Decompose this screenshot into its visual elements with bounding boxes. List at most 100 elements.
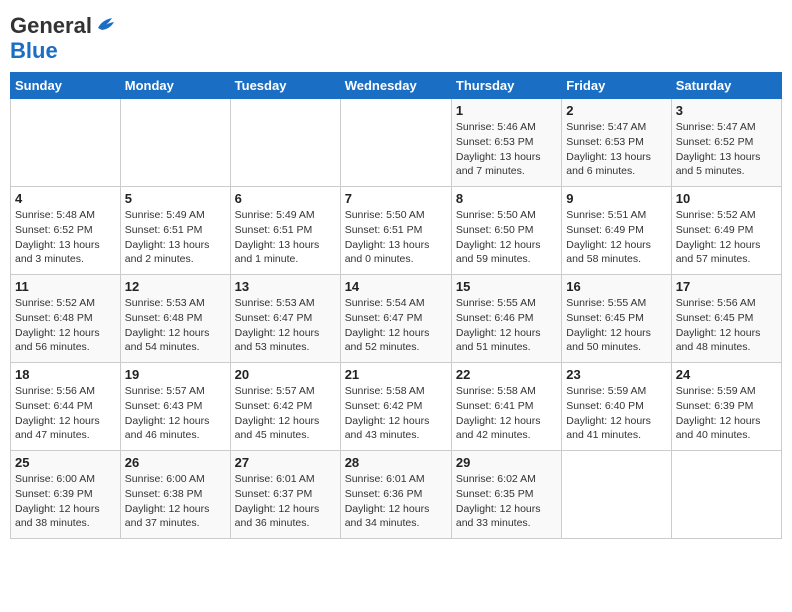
- logo-blue: Blue: [10, 38, 58, 64]
- day-number: 12: [125, 279, 226, 294]
- day-info: Sunrise: 6:00 AM Sunset: 6:38 PM Dayligh…: [125, 472, 226, 531]
- day-number: 3: [676, 103, 777, 118]
- day-number: 8: [456, 191, 557, 206]
- calendar-cell: 13 Sunrise: 5:53 AM Sunset: 6:47 PM Dayli…: [230, 275, 340, 363]
- day-number: 20: [235, 367, 336, 382]
- calendar-cell: [120, 99, 230, 187]
- calendar-cell: [230, 99, 340, 187]
- day-info: Sunrise: 5:52 AM Sunset: 6:48 PM Dayligh…: [15, 296, 116, 355]
- calendar-cell: 11 Sunrise: 5:52 AM Sunset: 6:48 PM Dayli…: [11, 275, 121, 363]
- calendar-cell: 6 Sunrise: 5:49 AM Sunset: 6:51 PM Daylig…: [230, 187, 340, 275]
- calendar-cell: 17 Sunrise: 5:56 AM Sunset: 6:45 PM Dayli…: [671, 275, 781, 363]
- calendar-cell: 5Sunrise: 5:49 AM Sunset: 6:51 PM Daylig…: [120, 187, 230, 275]
- day-info: Sunrise: 5:57 AM Sunset: 6:43 PM Dayligh…: [125, 384, 226, 443]
- day-info: Sunrise: 5:51 AM Sunset: 6:49 PM Dayligh…: [566, 208, 666, 267]
- day-number: 21: [345, 367, 447, 382]
- day-info: Sunrise: 5:59 AM Sunset: 6:40 PM Dayligh…: [566, 384, 666, 443]
- day-info: Sunrise: 5:56 AM Sunset: 6:45 PM Dayligh…: [676, 296, 777, 355]
- day-info: Sunrise: 6:01 AM Sunset: 6:37 PM Dayligh…: [235, 472, 336, 531]
- day-info: Sunrise: 6:02 AM Sunset: 6:35 PM Dayligh…: [456, 472, 557, 531]
- day-info: Sunrise: 5:56 AM Sunset: 6:44 PM Dayligh…: [15, 384, 116, 443]
- day-number: 17: [676, 279, 777, 294]
- calendar-week-row: 25 Sunrise: 6:00 AM Sunset: 6:39 PM Dayli…: [11, 451, 782, 539]
- day-info: Sunrise: 5:47 AM Sunset: 6:52 PM Dayligh…: [676, 120, 777, 179]
- day-info: Sunrise: 5:50 AM Sunset: 6:50 PM Dayligh…: [456, 208, 557, 267]
- calendar-week-row: 18Sunrise: 5:56 AM Sunset: 6:44 PM Dayli…: [11, 363, 782, 451]
- header-saturday: Saturday: [671, 73, 781, 99]
- logo: General Blue: [10, 10, 116, 64]
- calendar-cell: 14 Sunrise: 5:54 AM Sunset: 6:47 PM Dayli…: [340, 275, 451, 363]
- day-number: 14: [345, 279, 447, 294]
- day-number: 25: [15, 455, 116, 470]
- calendar-cell: 20 Sunrise: 5:57 AM Sunset: 6:42 PM Dayli…: [230, 363, 340, 451]
- calendar-cell: 25 Sunrise: 6:00 AM Sunset: 6:39 PM Dayli…: [11, 451, 121, 539]
- header-wednesday: Wednesday: [340, 73, 451, 99]
- day-info: Sunrise: 5:47 AM Sunset: 6:53 PM Dayligh…: [566, 120, 666, 179]
- calendar-cell: 24 Sunrise: 5:59 AM Sunset: 6:39 PM Dayli…: [671, 363, 781, 451]
- day-number: 22: [456, 367, 557, 382]
- calendar-cell: 19 Sunrise: 5:57 AM Sunset: 6:43 PM Dayli…: [120, 363, 230, 451]
- day-number: 28: [345, 455, 447, 470]
- header-monday: Monday: [120, 73, 230, 99]
- day-info: Sunrise: 5:55 AM Sunset: 6:46 PM Dayligh…: [456, 296, 557, 355]
- logo-bird-icon: [94, 14, 116, 36]
- calendar-cell: [11, 99, 121, 187]
- day-info: Sunrise: 5:52 AM Sunset: 6:49 PM Dayligh…: [676, 208, 777, 267]
- calendar-cell: 16Sunrise: 5:55 AM Sunset: 6:45 PM Dayli…: [562, 275, 671, 363]
- day-info: Sunrise: 5:53 AM Sunset: 6:47 PM Dayligh…: [235, 296, 336, 355]
- header-friday: Friday: [562, 73, 671, 99]
- day-number: 24: [676, 367, 777, 382]
- calendar-cell: 9 Sunrise: 5:51 AM Sunset: 6:49 PM Daylig…: [562, 187, 671, 275]
- day-info: Sunrise: 5:49 AM Sunset: 6:51 PM Dayligh…: [125, 208, 226, 267]
- day-number: 26: [125, 455, 226, 470]
- day-number: 7: [345, 191, 447, 206]
- calendar-cell: 8 Sunrise: 5:50 AM Sunset: 6:50 PM Daylig…: [451, 187, 561, 275]
- calendar-cell: 27Sunrise: 6:01 AM Sunset: 6:37 PM Dayli…: [230, 451, 340, 539]
- page-header: General Blue: [10, 10, 782, 64]
- day-number: 6: [235, 191, 336, 206]
- day-number: 2: [566, 103, 666, 118]
- day-number: 29: [456, 455, 557, 470]
- day-number: 15: [456, 279, 557, 294]
- day-info: Sunrise: 5:49 AM Sunset: 6:51 PM Dayligh…: [235, 208, 336, 267]
- calendar-cell: 4 Sunrise: 5:48 AM Sunset: 6:52 PM Daylig…: [11, 187, 121, 275]
- calendar-cell: [562, 451, 671, 539]
- day-info: Sunrise: 5:54 AM Sunset: 6:47 PM Dayligh…: [345, 296, 447, 355]
- day-info: Sunrise: 5:57 AM Sunset: 6:42 PM Dayligh…: [235, 384, 336, 443]
- day-number: 19: [125, 367, 226, 382]
- calendar-week-row: 1 Sunrise: 5:46 AM Sunset: 6:53 PM Daylig…: [11, 99, 782, 187]
- day-info: Sunrise: 5:59 AM Sunset: 6:39 PM Dayligh…: [676, 384, 777, 443]
- calendar-week-row: 4 Sunrise: 5:48 AM Sunset: 6:52 PM Daylig…: [11, 187, 782, 275]
- calendar-cell: 28 Sunrise: 6:01 AM Sunset: 6:36 PM Dayli…: [340, 451, 451, 539]
- day-number: 1: [456, 103, 557, 118]
- calendar-cell: 26 Sunrise: 6:00 AM Sunset: 6:38 PM Dayli…: [120, 451, 230, 539]
- day-number: 11: [15, 279, 116, 294]
- day-number: 4: [15, 191, 116, 206]
- header-sunday: Sunday: [11, 73, 121, 99]
- calendar-cell: 29 Sunrise: 6:02 AM Sunset: 6:35 PM Dayli…: [451, 451, 561, 539]
- calendar-cell: 22 Sunrise: 5:58 AM Sunset: 6:41 PM Dayli…: [451, 363, 561, 451]
- day-info: Sunrise: 5:58 AM Sunset: 6:41 PM Dayligh…: [456, 384, 557, 443]
- day-info: Sunrise: 5:50 AM Sunset: 6:51 PM Dayligh…: [345, 208, 447, 267]
- day-number: 13: [235, 279, 336, 294]
- day-number: 16: [566, 279, 666, 294]
- header-tuesday: Tuesday: [230, 73, 340, 99]
- calendar-header-row: SundayMondayTuesdayWednesdayThursdayFrid…: [11, 73, 782, 99]
- day-info: Sunrise: 6:01 AM Sunset: 6:36 PM Dayligh…: [345, 472, 447, 531]
- day-info: Sunrise: 5:48 AM Sunset: 6:52 PM Dayligh…: [15, 208, 116, 267]
- calendar-cell: 3 Sunrise: 5:47 AM Sunset: 6:52 PM Daylig…: [671, 99, 781, 187]
- calendar-cell: 7 Sunrise: 5:50 AM Sunset: 6:51 PM Daylig…: [340, 187, 451, 275]
- calendar-cell: 15 Sunrise: 5:55 AM Sunset: 6:46 PM Dayli…: [451, 275, 561, 363]
- day-number: 9: [566, 191, 666, 206]
- calendar-cell: 2 Sunrise: 5:47 AM Sunset: 6:53 PM Daylig…: [562, 99, 671, 187]
- day-info: Sunrise: 5:58 AM Sunset: 6:42 PM Dayligh…: [345, 384, 447, 443]
- calendar-table: SundayMondayTuesdayWednesdayThursdayFrid…: [10, 72, 782, 539]
- day-info: Sunrise: 5:46 AM Sunset: 6:53 PM Dayligh…: [456, 120, 557, 179]
- logo-general: General: [10, 14, 92, 38]
- calendar-cell: 1 Sunrise: 5:46 AM Sunset: 6:53 PM Daylig…: [451, 99, 561, 187]
- day-info: Sunrise: 6:00 AM Sunset: 6:39 PM Dayligh…: [15, 472, 116, 531]
- header-thursday: Thursday: [451, 73, 561, 99]
- calendar-cell: [340, 99, 451, 187]
- calendar-cell: 10Sunrise: 5:52 AM Sunset: 6:49 PM Dayli…: [671, 187, 781, 275]
- calendar-cell: 18Sunrise: 5:56 AM Sunset: 6:44 PM Dayli…: [11, 363, 121, 451]
